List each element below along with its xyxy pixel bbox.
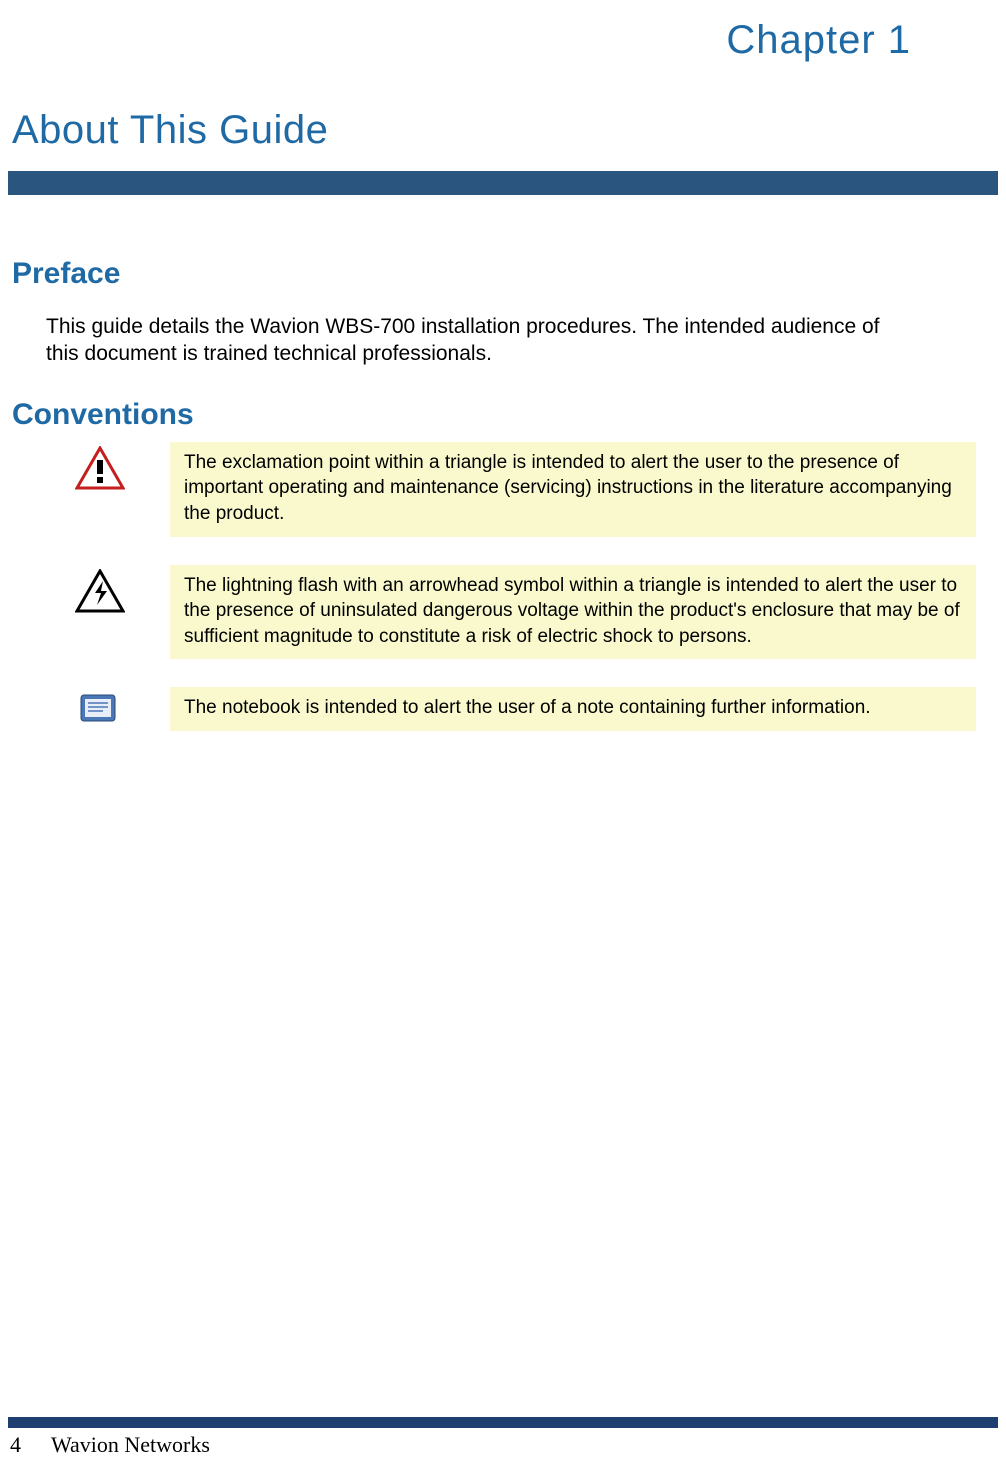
title-separator xyxy=(8,171,998,195)
preface-body-text: This guide details the Wavion WBS-700 in… xyxy=(0,303,1006,388)
page-number: 4 xyxy=(10,1432,21,1458)
warning-triangle-icon xyxy=(60,442,140,490)
convention-row-electric: The lightning flash with an arrowhead sy… xyxy=(60,565,976,660)
footer-company: Wavion Networks xyxy=(51,1432,210,1458)
footer: 4 Wavion Networks xyxy=(10,1432,210,1458)
electric-shock-icon xyxy=(60,565,140,613)
convention-text-warning: The exclamation point within a triangle … xyxy=(170,442,976,537)
convention-row-note: The notebook is intended to alert the us… xyxy=(60,687,976,731)
chapter-label: Chapter 1 xyxy=(0,0,1006,63)
conventions-heading: Conventions xyxy=(0,388,1006,442)
convention-text-electric: The lightning flash with an arrowhead sy… xyxy=(170,565,976,660)
page-title: About This Guide xyxy=(0,63,1006,171)
preface-heading: Preface xyxy=(0,195,1006,303)
footer-separator xyxy=(8,1417,998,1428)
convention-row-warning: The exclamation point within a triangle … xyxy=(60,442,976,537)
convention-text-note: The notebook is intended to alert the us… xyxy=(170,687,976,731)
notebook-icon xyxy=(60,687,140,725)
